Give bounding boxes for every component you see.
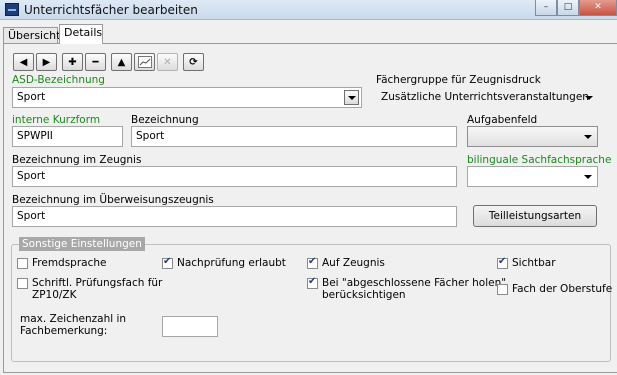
- next-icon[interactable]: ▶: [36, 53, 57, 71]
- ueberweisung-label: Bezeichnung im Überweisungszeugnis: [12, 194, 214, 206]
- window-controls: – □ ✕: [535, 0, 617, 17]
- fremdsprache-label: Fremdsprache: [32, 257, 107, 269]
- aufgabenfeld-combo[interactable]: [467, 126, 598, 147]
- nachpruefung-checkbox[interactable]: Nachprüfung erlaubt: [162, 256, 286, 269]
- abgeschlossene-label-line2: berücksichtigen: [322, 289, 406, 301]
- fremdsprache-checkbox[interactable]: Fremdsprache: [17, 257, 107, 269]
- chevron-down-icon[interactable]: [344, 90, 359, 105]
- add-icon[interactable]: ✚: [62, 53, 83, 71]
- chevron-down-icon: [584, 135, 592, 139]
- bezeichnung-label: Bezeichnung: [131, 114, 199, 126]
- checkbox-icon: [17, 258, 28, 269]
- zeugnis-label: Bezeichnung im Zeugnis: [12, 154, 142, 166]
- checkmark-icon: [307, 256, 318, 269]
- zeichenzahl-label-line2: Fachbemerkung:: [20, 325, 108, 337]
- chevron-down-icon: [585, 96, 593, 100]
- sichtbar-label: Sichtbar: [512, 257, 556, 269]
- window-title: Unterrichtsfächer bearbeiten: [24, 3, 198, 17]
- zeichenzahl-label: max. Zeichenzahl in Fachbemerkung:: [20, 313, 126, 337]
- checkbox-icon: [17, 278, 28, 289]
- zeugnis-input[interactable]: Sport: [12, 166, 457, 187]
- abgeschlossene-label: Bei "abgeschlossene Fächer holen" berück…: [322, 277, 506, 301]
- checkbox-icon: [497, 284, 508, 295]
- schriftl-label: Schriftl. Prüfungsfach für ZP10/ZK: [32, 277, 162, 301]
- faechergruppe-combo[interactable]: Zusätzliche Unterrichtsveranstaltungen: [376, 87, 599, 108]
- teilleistungsarten-button[interactable]: Teilleistungsarten: [473, 205, 597, 227]
- ueberweisung-input[interactable]: Sport: [12, 206, 457, 227]
- oberstufe-label: Fach der Oberstufe: [512, 283, 613, 295]
- abgeschlossene-label-line1: Bei "abgeschlossene Fächer holen": [322, 277, 507, 289]
- zeichenzahl-input[interactable]: [162, 316, 218, 337]
- aufgabenfeld-label: Aufgabenfeld: [467, 114, 538, 126]
- prev-icon[interactable]: ◀: [13, 53, 34, 71]
- abgeschlossene-checkbox[interactable]: Bei "abgeschlossene Fächer holen" berück…: [307, 276, 506, 301]
- sichtbar-checkbox[interactable]: Sichtbar: [497, 256, 556, 269]
- oberstufe-checkbox[interactable]: Fach der Oberstufe: [497, 283, 612, 295]
- close-button[interactable]: ✕: [579, 0, 617, 16]
- refresh-icon[interactable]: ⟳: [183, 53, 204, 71]
- settings-title: Sonstige Einstellungen: [19, 237, 145, 251]
- auf-zeugnis-label: Auf Zeugnis: [322, 257, 385, 269]
- bilingual-label: bilinguale Sachfachsprache: [467, 154, 612, 166]
- title-bar: Unterrichtsfächer bearbeiten – □ ✕: [0, 0, 617, 20]
- remove-icon[interactable]: ━: [85, 53, 106, 71]
- edit-icon[interactable]: [134, 53, 155, 71]
- schriftl-label-line2: ZP10/ZK: [32, 289, 77, 301]
- delete-icon[interactable]: ✕: [157, 53, 178, 71]
- chevron-down-icon: [584, 175, 592, 179]
- asd-label: ASD-Bezeichnung: [12, 74, 105, 86]
- kurzform-label: interne Kurzform: [12, 114, 101, 126]
- schriftl-checkbox[interactable]: Schriftl. Prüfungsfach für ZP10/ZK: [17, 277, 162, 301]
- bezeichnung-input[interactable]: Sport: [131, 126, 457, 147]
- maximize-button[interactable]: □: [557, 0, 579, 16]
- nachpruefung-label: Nachprüfung erlaubt: [177, 257, 286, 269]
- faechergruppe-label: Fächergruppe für Zeugnisdruck: [376, 74, 541, 86]
- asd-combo[interactable]: Sport: [12, 87, 362, 108]
- checkmark-icon: [162, 256, 173, 269]
- bilingual-combo[interactable]: [467, 166, 598, 187]
- zeichenzahl-label-line1: max. Zeichenzahl in: [20, 313, 127, 325]
- auf-zeugnis-checkbox[interactable]: Auf Zeugnis: [307, 256, 385, 269]
- toolbar: ◀ ▶ ✚ ━ ▲ ✕ ⟳: [13, 53, 204, 71]
- up-icon[interactable]: ▲: [111, 53, 132, 71]
- checkmark-icon: [497, 256, 508, 269]
- kurzform-input[interactable]: SPWPII: [12, 126, 123, 147]
- schriftl-label-line1: Schriftl. Prüfungsfach für: [32, 277, 163, 289]
- tab-uebersicht[interactable]: Übersicht: [3, 27, 60, 44]
- tab-details[interactable]: Details: [59, 24, 103, 44]
- faechergruppe-value: Zusätzliche Unterrichtsveranstaltungen: [381, 91, 589, 103]
- app-icon: [5, 3, 19, 16]
- minimize-button[interactable]: –: [535, 0, 557, 16]
- checkmark-icon: [307, 276, 318, 289]
- asd-value: Sport: [17, 91, 46, 103]
